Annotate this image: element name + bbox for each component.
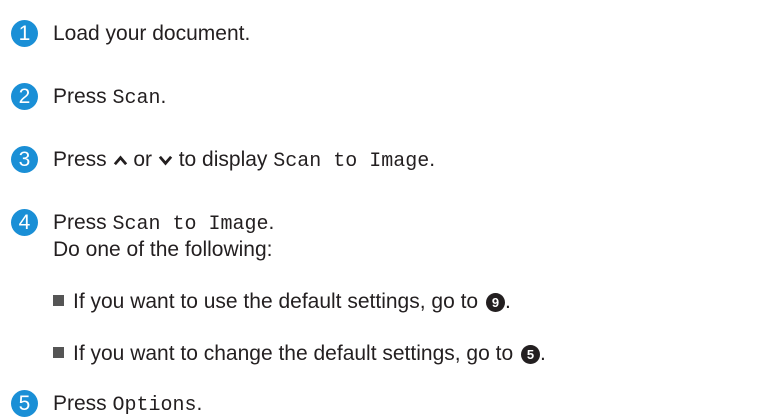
bullet-item: If you want to change the default settin… <box>53 341 546 367</box>
bullet-item: If you want to use the default settings,… <box>53 289 511 315</box>
press-label: Press <box>53 148 113 171</box>
step-4: 4 Press Scan to Image. Do one of the fol… <box>11 209 767 369</box>
press-label: Press <box>53 85 113 108</box>
step-text: Press Scan to Image. <box>53 210 274 238</box>
period: . <box>539 342 546 365</box>
step-number-badge: 4 <box>11 209 38 236</box>
scan-button-name: Scan <box>112 87 161 110</box>
period: . <box>268 211 275 234</box>
square-bullet-icon <box>53 347 64 358</box>
scan-to-image-name: Scan to Image <box>112 213 269 236</box>
options-button-name: Options <box>112 394 197 417</box>
step-ref-badge[interactable]: 5 <box>520 345 540 364</box>
scan-to-image-name: Scan to Image <box>273 150 430 173</box>
step-3: 3 Press or to display Scan to Image. <box>11 146 711 176</box>
step-text: Load your document. <box>53 22 251 45</box>
press-label: Press <box>53 392 113 415</box>
square-bullet-icon <box>53 295 64 306</box>
chevron-up-icon <box>113 155 127 166</box>
step-text: Press Scan. <box>53 84 166 112</box>
chevron-down-icon <box>158 155 173 166</box>
step-number-badge: 2 <box>11 83 38 110</box>
step-number-badge: 5 <box>11 390 38 417</box>
bullet-text: If you want to change the default settin… <box>73 342 519 365</box>
press-label: Press <box>53 211 113 234</box>
period: . <box>504 290 511 313</box>
to-display-label: to display <box>172 148 274 171</box>
period: . <box>429 148 436 171</box>
step-number-badge: 1 <box>11 20 38 47</box>
step-1: 1 Load your document. <box>11 20 711 50</box>
step-text: Press Options. <box>53 391 202 419</box>
step-5: 5 Press Options. <box>11 390 711 419</box>
step-number-badge: 3 <box>11 146 38 173</box>
step-text: Press or to display Scan to Image. <box>53 147 435 175</box>
step-ref-badge[interactable]: 9 <box>485 293 505 312</box>
step-subtext: Do one of the following: <box>53 238 273 261</box>
or-label: or <box>127 148 158 171</box>
period: . <box>160 85 167 108</box>
bullet-text: If you want to use the default settings,… <box>73 290 484 313</box>
step-2: 2 Press Scan. <box>11 83 711 113</box>
period: . <box>196 392 203 415</box>
